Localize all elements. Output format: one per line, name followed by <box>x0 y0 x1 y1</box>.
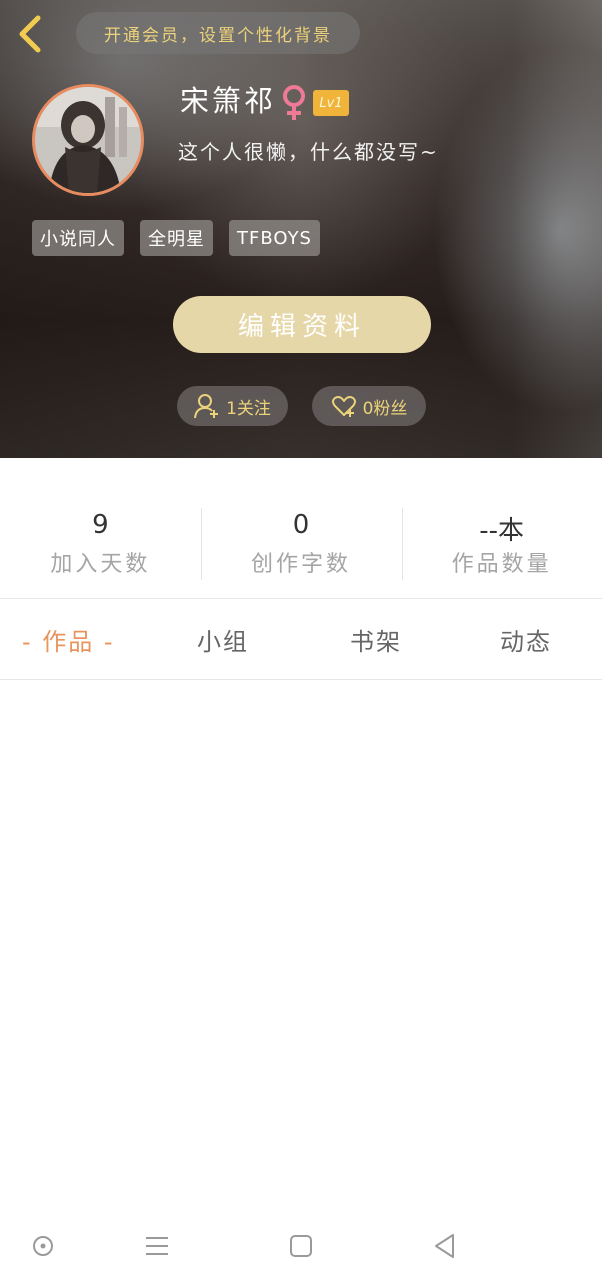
avatar[interactable] <box>32 84 144 196</box>
tab-activity[interactable]: 动态 <box>500 599 552 679</box>
stats-bar: 9 加入天数 0 创作字数 --本 作品数量 <box>0 458 602 598</box>
profile-header: 开通会员，设置个性化背景 宋箫祁 Lv1 这个人很懒，什么都没写~ 小说同人 全… <box>0 0 602 458</box>
fans-label: 0粉丝 <box>362 398 408 419</box>
female-icon <box>280 84 308 122</box>
bio-text: 这个人很懒，什么都没写~ <box>178 140 439 164</box>
square-icon[interactable] <box>285 1230 317 1262</box>
back-triangle-icon[interactable] <box>429 1230 461 1262</box>
system-nav-bar <box>0 1210 602 1280</box>
tab-works[interactable]: - 作品 - <box>22 599 115 679</box>
stat-label: 作品数量 <box>451 552 552 577</box>
fans-button[interactable]: 0粉丝 <box>312 386 426 426</box>
level-badge: Lv1 <box>313 90 349 116</box>
divider <box>0 679 602 680</box>
tab-bookshelf[interactable]: 书架 <box>350 599 402 679</box>
tag-item[interactable]: TFBOYS <box>229 220 320 256</box>
menu-icon[interactable] <box>141 1230 173 1262</box>
stat-label: 加入天数 <box>50 552 151 577</box>
tab-bar: - 作品 - 小组 书架 动态 <box>0 599 602 679</box>
tag-list: 小说同人 全明星 TFBOYS <box>32 220 320 256</box>
following-label: 1关注 <box>226 398 271 419</box>
stat-value: 9 <box>92 510 109 540</box>
tab-groups[interactable]: 小组 <box>197 599 249 679</box>
stat-value: 0 <box>292 510 310 540</box>
edit-profile-button[interactable]: 编辑资料 <box>173 296 431 353</box>
following-button[interactable]: 1关注 <box>177 386 288 426</box>
add-user-icon <box>194 394 219 419</box>
username: 宋箫祁 <box>180 84 277 118</box>
stat-work-count: --本 作品数量 <box>401 458 602 598</box>
tag-item[interactable]: 小说同人 <box>32 220 124 256</box>
divider <box>201 508 202 580</box>
stat-join-days: 9 加入天数 <box>0 458 201 598</box>
avatar-photo <box>35 87 141 193</box>
tag-item[interactable]: 全明星 <box>140 220 213 256</box>
heart-plus-icon <box>331 396 356 417</box>
back-chevron-icon <box>19 15 41 53</box>
back-button[interactable] <box>14 14 48 54</box>
stat-value: --本 <box>479 516 525 546</box>
divider <box>402 508 403 580</box>
vip-banner[interactable]: 开通会员，设置个性化背景 <box>76 12 360 54</box>
stat-label: 创作字数 <box>251 552 352 577</box>
stat-word-count: 0 创作字数 <box>201 458 402 598</box>
circle-icon[interactable] <box>27 1230 59 1262</box>
